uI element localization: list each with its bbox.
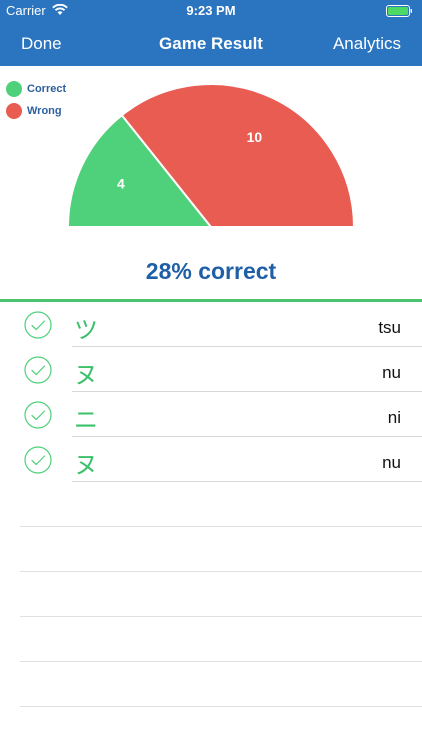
answer-kana: ヌ [74, 452, 98, 479]
navigation-bar: Done Game Result Analytics [0, 22, 422, 66]
battery-icon [386, 5, 414, 20]
empty-row-separator [20, 526, 422, 527]
check-circle-icon [24, 446, 52, 474]
answer-kana: ニ [74, 407, 98, 434]
done-button[interactable]: Done [21, 34, 62, 54]
result-half-pie-chart: 4 10 [66, 83, 356, 228]
answer-list: ツ tsu ヌ nu ニ ni ヌ nu [0, 302, 422, 482]
answer-row[interactable]: ニ ni [0, 392, 422, 437]
row-separator [72, 481, 422, 482]
answer-romaji: nu [382, 453, 401, 472]
empty-row-separator [20, 661, 422, 662]
answer-row[interactable]: ツ tsu [0, 302, 422, 347]
pie-value-label-wrong: 10 [247, 129, 263, 145]
answer-kana: ツ [74, 317, 98, 344]
answer-row[interactable]: ヌ nu [0, 347, 422, 392]
analytics-button[interactable]: Analytics [333, 34, 401, 54]
check-circle-icon [24, 311, 52, 339]
answer-row[interactable]: ヌ nu [0, 437, 422, 482]
answer-romaji: ni [387, 408, 401, 427]
result-percentage: 28% correct [145, 258, 277, 284]
status-bar: Carrier 9:23 PM [0, 0, 422, 22]
empty-row-separator [20, 571, 422, 572]
check-circle-icon [24, 401, 52, 429]
empty-row-separator [20, 706, 422, 707]
answer-romaji: tsu [378, 318, 401, 337]
empty-row-separator [20, 616, 422, 617]
check-circle-icon [24, 356, 52, 384]
answer-kana: ヌ [74, 362, 98, 389]
answer-romaji: nu [382, 363, 401, 382]
status-time: 9:23 PM [186, 3, 236, 18]
pie-value-label-correct: 4 [117, 176, 125, 192]
